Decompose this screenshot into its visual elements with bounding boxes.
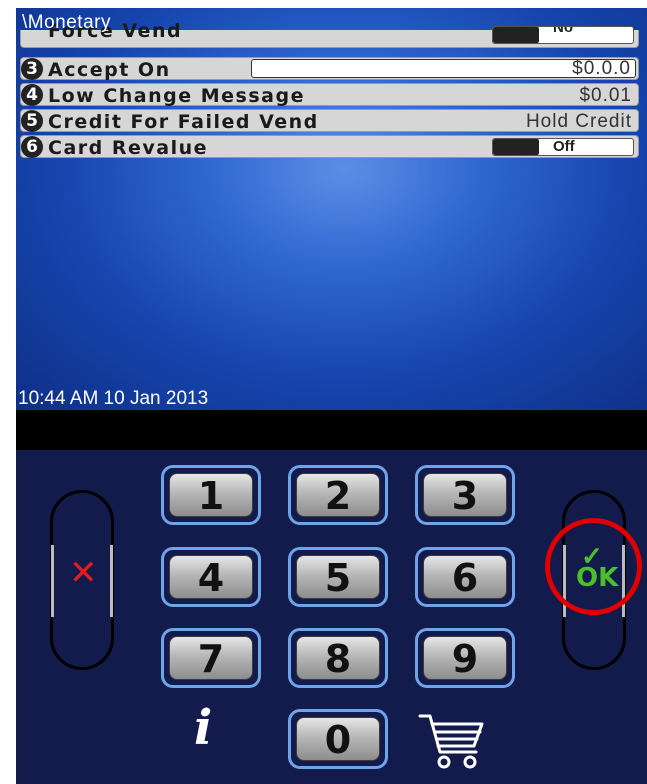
menu-row-label: Accept On [48,59,171,81]
menu-row-label: Credit For Failed Vend [48,111,319,133]
force-vend-toggle[interactable]: No [492,26,634,44]
key-1[interactable]: 1 [161,465,261,525]
divider-bar [16,410,647,450]
menu-row-credit-failed-vend[interactable]: 5 Credit For Failed Vend Hold Credit [20,109,639,133]
key-0[interactable]: 0 [288,709,388,769]
key-6[interactable]: 6 [415,547,515,607]
x-icon: ✕ [69,553,98,593]
accept-on-input[interactable]: $0.0.0 [251,58,636,79]
date-time: 10:44 AM 10 Jan 2013 [18,388,209,409]
row-number-badge: 6 [21,136,43,158]
breadcrumb: \Monetary [22,12,111,33]
toggle-value: No [553,26,573,36]
menu-row-force-vend[interactable]: No Force Vend [20,20,639,48]
info-icon[interactable]: i [194,700,212,756]
key-3[interactable]: 3 [415,465,515,525]
key-2[interactable]: 2 [288,465,388,525]
key-9[interactable]: 9 [415,628,515,688]
menu-row-accept-on[interactable]: 3 Accept On $0.0.0 [20,57,639,81]
input-value: $0.0.0 [572,58,631,79]
menu-row-label: Card Revalue [48,137,208,159]
menu-row-card-revalue[interactable]: 6 Card Revalue Off [20,135,639,159]
shopping-cart-icon[interactable] [418,712,486,774]
row-number-badge: 3 [21,58,43,80]
key-4[interactable]: 4 [161,547,261,607]
highlight-circle [545,518,642,615]
key-5[interactable]: 5 [288,547,388,607]
menu-row-label: Low Change Message [48,85,305,107]
key-8[interactable]: 8 [288,628,388,688]
row-number-badge: 4 [21,84,43,106]
display-screen: No Force Vend \Monetary 3 Accept On $0.0… [16,8,647,410]
keypad-panel: ✕ ✓ OK 1 2 3 4 5 6 7 8 9 0 [16,450,647,784]
cancel-button[interactable]: ✕ [50,490,114,670]
menu-row-low-change[interactable]: 4 Low Change Message $0.01 [20,83,639,107]
menu-row-value: $0.01 [579,85,632,106]
row-number-badge: 5 [21,110,43,132]
menu-row-value: Hold Credit [525,111,632,132]
card-revalue-toggle[interactable]: Off [492,138,634,156]
key-7[interactable]: 7 [161,628,261,688]
toggle-value: Off [553,138,575,155]
